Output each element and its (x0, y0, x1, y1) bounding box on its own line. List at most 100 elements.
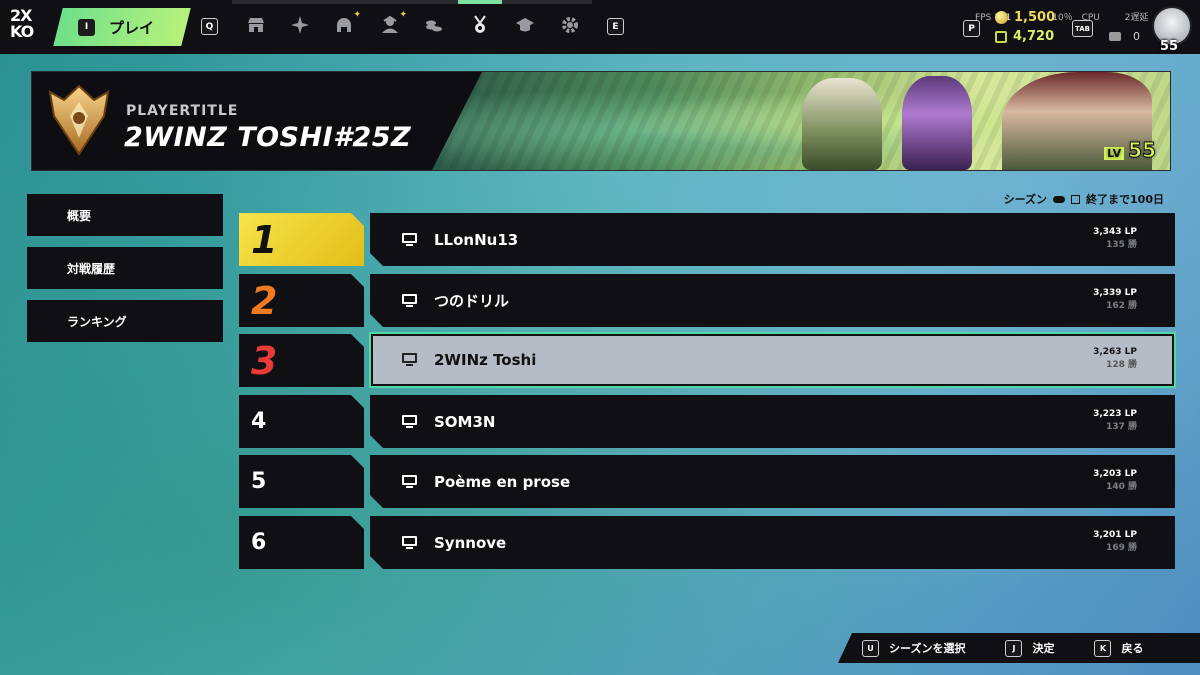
sidebar-item-label: 概要 (67, 208, 92, 223)
gem-currency: 4,720 (995, 29, 1055, 44)
sidebar-item-match-history[interactable]: 対戦履歴 (27, 247, 223, 289)
rank-number: 2 (251, 278, 278, 323)
rank-number: 5 (251, 469, 267, 494)
rank-badge-6: 6 (239, 516, 364, 569)
currency-panel: 1,500 4,720 (995, 10, 1055, 44)
ranking-player-name: LLonNu13 (434, 230, 519, 249)
play-key-hint: I (78, 18, 95, 36)
character-art-jinx (902, 76, 972, 170)
rank-number: 3 (251, 338, 278, 383)
ranking-wins: 169 勝 (1106, 543, 1137, 553)
pc-platform-icon (402, 293, 417, 308)
season-label: シーズン (1003, 193, 1048, 206)
player-title: PLAYERTITLE (126, 103, 239, 119)
academy-icon[interactable] (514, 14, 536, 36)
character-icon[interactable]: ✦ (379, 10, 407, 36)
key-hint: U (862, 639, 879, 657)
gem-amount: 4,720 (1013, 29, 1055, 44)
ranking-player-name: つのドリル (434, 292, 510, 310)
key-hint: J (1005, 639, 1023, 657)
ranking-row[interactable]: LLonNu13 3,343 LP 135 勝 (370, 213, 1175, 266)
rank-badge-5: 5 (239, 455, 364, 508)
control-label: 戻る (1121, 642, 1144, 655)
control-label: 決定 (1032, 642, 1055, 655)
new-badge-icon: ✦ (353, 10, 361, 20)
rank-number: 6 (251, 530, 267, 555)
ranking-row[interactable]: Poème en prose 3,203 LP 140 勝 (370, 455, 1175, 508)
chat-icon (1109, 32, 1121, 41)
gold-currency: 1,500 (995, 10, 1055, 25)
top-nav-bar: 2X KO I プレイ Q ✦ ✦ E P FPS 101 10％ CPU (0, 0, 1200, 54)
player-level: LV 55 (1104, 138, 1157, 163)
logo-bottom: KO (10, 22, 34, 41)
level-value: 55 (1128, 138, 1157, 163)
rank-number: 1 (251, 217, 278, 262)
level-label: LV (1104, 147, 1125, 160)
ranking-wins: 137 勝 (1106, 422, 1137, 432)
ranking-lp: 3,203 LP (1093, 469, 1137, 479)
ranking-player-name: Poème en prose (434, 472, 571, 491)
nav-next-key[interactable]: E (607, 18, 624, 35)
ranking-row[interactable]: つのドリル 3,339 LP 162 勝 (370, 274, 1175, 327)
sidebar-item-ranking[interactable]: ランキング (27, 300, 223, 342)
season-remaining: 終了まで100日 (1086, 193, 1164, 206)
game-logo: 2X KO (10, 8, 50, 44)
tab-play-label: プレイ (109, 18, 155, 37)
control-hints-bar: U シーズンを選択 J 決定 K 戻る (838, 633, 1200, 663)
pc-platform-icon (402, 414, 417, 429)
ranking-player-name: Synnove (434, 533, 507, 552)
avatar-level: 55 (1160, 39, 1179, 54)
ranking-row-current-player[interactable]: 2WINz Toshi 3,263 LP 128 勝 (369, 332, 1176, 388)
ranking-lp: 3,339 LP (1093, 288, 1137, 298)
rank-badge-2: 2 (239, 274, 364, 327)
ranking-wins: 162 勝 (1106, 301, 1137, 311)
select-season-control[interactable]: U シーズンを選択 (862, 639, 966, 657)
ranking-player-name: 2WINz Toshi (434, 351, 537, 369)
confirm-control[interactable]: J 決定 (1005, 639, 1055, 657)
rank-badge-1: 1 (239, 213, 364, 266)
social-key-hint[interactable]: TAB (1072, 20, 1093, 37)
ranking-player-name: SOM3N (434, 412, 496, 431)
player-name: 2WINZ TOSHI#25Z (124, 122, 412, 153)
back-control[interactable]: K 戻る (1094, 639, 1144, 657)
store-icon[interactable] (245, 14, 267, 36)
sidebar-item-overview[interactable]: 概要 (27, 194, 223, 236)
season-info: シーズン 終了まで100日 (1004, 191, 1164, 207)
gear-icon[interactable] (559, 14, 581, 36)
rank-badge-4: 4 (239, 395, 364, 448)
ranking-wins: 128 勝 (1106, 360, 1137, 370)
rank-number: 4 (251, 409, 267, 434)
compass-icon[interactable] (289, 14, 311, 36)
chat-indicator[interactable]: 0 (1109, 30, 1140, 43)
helmet-icon[interactable]: ✦ (333, 10, 361, 36)
ranking-lp: 3,343 LP (1093, 227, 1137, 237)
season-pill-icon (1053, 195, 1066, 203)
nav-indicator-active (458, 0, 502, 4)
character-art-masked (802, 78, 882, 170)
hud-percent: 10％ (1052, 13, 1073, 23)
tab-play[interactable]: I プレイ (53, 8, 191, 46)
hud-fps-label: FPS (975, 13, 992, 23)
banner-artwork (432, 72, 1170, 170)
medal-icon[interactable] (469, 14, 491, 36)
pc-platform-icon (402, 232, 417, 247)
hud-delay: 2遅延 (1124, 13, 1149, 23)
new-badge-icon: ✦ (399, 10, 407, 20)
currency-icon[interactable] (423, 14, 445, 36)
ranking-lp: 3,223 LP (1093, 409, 1137, 419)
nav-prev-key[interactable]: Q (201, 18, 218, 35)
rank-badge-3: 3 (239, 334, 364, 387)
rank-emblem-icon (48, 84, 110, 156)
pc-platform-icon (402, 474, 417, 489)
ranking-row[interactable]: Synnove 3,201 LP 169 勝 (370, 516, 1175, 569)
sidebar-item-label: ランキング (67, 314, 127, 329)
coin-icon (995, 11, 1008, 24)
gem-icon (995, 30, 1007, 43)
gold-amount: 1,500 (1014, 10, 1056, 25)
nav-indicator-track (232, 0, 592, 4)
control-label: シーズンを選択 (889, 642, 966, 655)
ranking-row[interactable]: SOM3N 3,223 LP 137 勝 (370, 395, 1175, 448)
player-banner: PLAYERTITLE 2WINZ TOSHI#25Z LV 55 (31, 71, 1171, 171)
pc-platform-icon (402, 535, 417, 550)
ranking-lp: 3,263 LP (1093, 347, 1137, 357)
